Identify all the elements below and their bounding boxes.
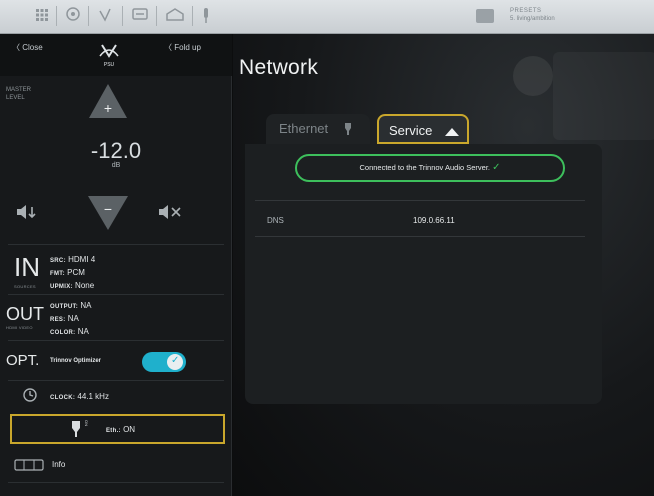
dns-label: DNS	[267, 216, 284, 225]
src-key: SRC:	[50, 258, 66, 264]
volume-unit: dB	[111, 162, 121, 169]
optimizer-big-label: OPT.	[6, 352, 40, 369]
toggle-check-icon	[167, 354, 183, 370]
res-key: RES:	[50, 317, 66, 323]
svg-text:+: +	[104, 100, 112, 116]
ethernet-plug-text: ON	[84, 420, 89, 426]
info-item[interactable]: Info	[14, 458, 214, 474]
clock-details: CLOCK: 44.1 kHz	[50, 391, 109, 404]
row-divider	[255, 200, 585, 201]
src-value: HDMI 4	[68, 255, 96, 264]
calibration-icon[interactable]	[98, 8, 112, 25]
clock-value: 44.1 kHz	[77, 392, 109, 401]
connection-status-text: Connected to the Trinnov Audio Server.	[359, 163, 491, 172]
logo-text: PSU	[104, 62, 115, 68]
sidebar-header: 〈 Close PSU 〈 Fold up	[0, 34, 232, 76]
connection-status: Connected to the Trinnov Audio Server. ✓	[295, 154, 565, 182]
toolbar-separator	[192, 6, 193, 26]
optimizer-label: Trinnov Optimizer	[50, 358, 102, 364]
presets-selector[interactable]: PRESETS 5. living/ambition	[470, 6, 620, 28]
background-knob-image	[513, 56, 553, 96]
divider	[8, 482, 224, 483]
network-page: Network Ethernet Service Connected to th…	[233, 34, 654, 496]
svg-text:−: −	[104, 201, 112, 217]
grid-icon[interactable]	[36, 8, 48, 24]
ethernet-status-row[interactable]: ON Eth.: ON	[10, 414, 225, 444]
logo: PSU	[98, 42, 120, 68]
close-button[interactable]: 〈 Close	[12, 42, 43, 53]
cloud-icon	[445, 125, 459, 140]
input-details: SRC: HDMI 4 FMT: PCM UPMIX: None	[50, 254, 95, 293]
row-divider	[255, 236, 585, 237]
divider	[8, 340, 224, 341]
presets-label: PRESETS	[510, 8, 542, 14]
upmix-key: UPMIX:	[50, 284, 73, 290]
input-big-label: IN	[14, 252, 40, 282]
output-key: OUTPUT:	[50, 304, 79, 310]
tab-ethernet[interactable]: Ethernet	[266, 114, 370, 144]
optimizer-toggle[interactable]	[142, 352, 186, 372]
tab-ethernet-label: Ethernet	[279, 121, 329, 136]
eth-value: ON	[123, 425, 136, 434]
dns-value: 109.0.66.11	[413, 216, 455, 225]
volume-down-button[interactable]: −	[86, 194, 130, 232]
clock-key: CLOCK:	[50, 395, 76, 401]
output-details: OUTPUT: NA RES: NA COLOR: NA	[50, 300, 91, 339]
toolbar-separator	[56, 6, 57, 26]
tab-service[interactable]: Service	[377, 114, 469, 144]
ethernet-details: Eth.: ON	[106, 424, 135, 437]
divider	[8, 244, 224, 245]
plug-icon	[344, 123, 352, 139]
toolbar-separator	[88, 6, 89, 26]
close-label: Close	[22, 43, 43, 52]
fold-up-button[interactable]: 〈 Fold up	[164, 42, 201, 53]
divider	[8, 380, 224, 381]
folder-icon	[476, 9, 494, 23]
room-icon[interactable]	[166, 8, 184, 25]
color-value: NA	[77, 327, 89, 336]
eth-key: Eth.:	[106, 428, 121, 434]
color-key: COLOR:	[50, 330, 76, 336]
info-label: Info	[52, 460, 66, 469]
top-toolbar: PRESETS 5. living/ambition	[0, 0, 654, 34]
output-big-label: OUT	[6, 304, 44, 324]
preset-name: 5. living/ambition	[510, 16, 555, 22]
speaker-icon[interactable]	[66, 7, 80, 24]
volume-dim-icon[interactable]	[16, 204, 38, 220]
fold-up-label: Fold up	[174, 43, 201, 52]
tab-service-label: Service	[389, 123, 433, 138]
fmt-key: FMT:	[50, 271, 65, 277]
info-icon	[14, 458, 44, 476]
output-caption: HDMI VIDEO	[6, 325, 33, 330]
toolbar-separator	[156, 6, 157, 26]
background-device-image	[553, 52, 654, 140]
output-value: NA	[80, 301, 92, 310]
res-value: NA	[67, 314, 79, 323]
toolbar-separator	[122, 6, 123, 26]
ethernet-plug-icon	[70, 420, 82, 443]
upmix-value: None	[75, 281, 95, 290]
volume-value: -12.0	[90, 138, 142, 163]
connected-check-icon: ✓	[492, 162, 501, 173]
clock-icon	[22, 387, 38, 408]
page-title: Network	[239, 56, 319, 79]
input-caption: SOURCES	[14, 284, 36, 289]
master-level-label: MASTER LEVEL	[6, 87, 32, 101]
divider	[8, 294, 224, 295]
fmt-value: PCM	[67, 268, 85, 277]
mute-icon[interactable]	[158, 204, 184, 220]
sidebar: 〈 Close PSU 〈 Fold up MASTER LEVEL + -12…	[0, 34, 232, 496]
mic-icon[interactable]	[202, 8, 210, 27]
display-icon[interactable]	[132, 8, 148, 25]
volume-up-button[interactable]: +	[87, 82, 129, 120]
service-panel: Connected to the Trinnov Audio Server. ✓…	[245, 144, 602, 404]
